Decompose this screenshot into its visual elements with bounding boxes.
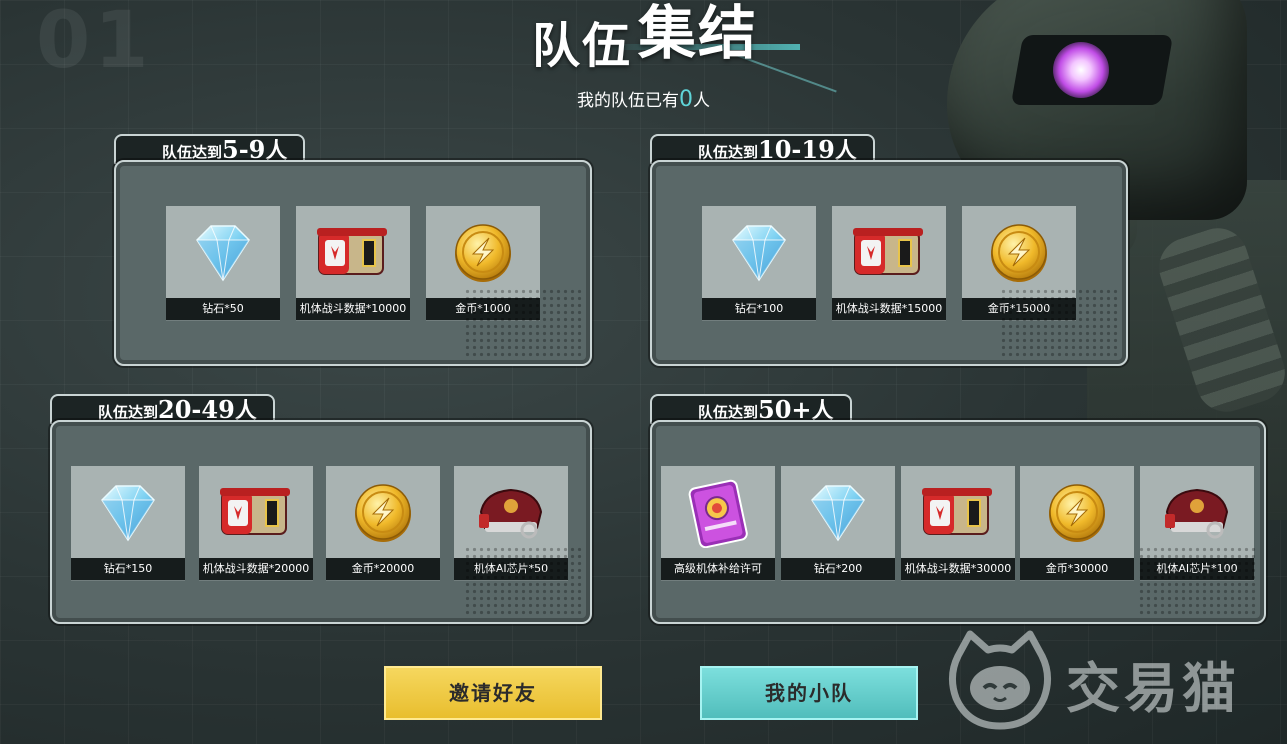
reward-label: 机体战斗数据*20000 [199,558,313,580]
reward-label: 金币*1000 [426,298,540,320]
diamond-icon [88,478,168,548]
battle-data-icon [313,218,393,288]
gold-coin-icon [343,478,423,548]
battle-data-icon [216,478,296,548]
ai-chip-icon [471,478,551,548]
ai-chip-icon [1157,478,1237,548]
reward-item[interactable]: 机体AI芯片*100 [1140,466,1254,580]
reward-item[interactable]: 金币*1000 [426,206,540,320]
page-title: 队伍 集结 [520,0,820,84]
count-value: 0 [679,87,693,112]
reward-item[interactable]: 机体战斗数据*15000 [832,206,946,320]
battle-data-icon [849,218,929,288]
reward-label: 钻石*150 [71,558,185,580]
reward-label: 机体AI芯片*100 [1140,558,1254,580]
diamond-icon [719,218,799,288]
reward-label: 机体战斗数据*30000 [901,558,1015,580]
tier-panel-50-plus: 高级机体补给许可 钻石*200 机体战斗数据*30000 金币*30000 机体… [650,420,1266,624]
reward-label: 钻石*100 [702,298,816,320]
reward-label: 机体AI芯片*50 [454,558,568,580]
tier-prefix: 队伍达到 [98,403,159,422]
reward-item[interactable]: 机体战斗数据*10000 [296,206,410,320]
count-suffix: 人 [693,91,710,111]
reward-item[interactable]: 机体战斗数据*30000 [901,466,1015,580]
diamond-icon [798,478,878,548]
cat-logo-icon [949,630,1051,730]
reward-item[interactable]: 金币*15000 [962,206,1076,320]
invite-friends-button[interactable]: 邀请好友 [384,666,602,720]
reward-item[interactable]: 钻石*100 [702,206,816,320]
team-member-count: 我的队伍已有0人 [577,86,710,112]
watermark: 交易猫 [940,626,1270,736]
supply-license-icon [678,478,758,548]
diamond-icon [183,218,263,288]
reward-item[interactable]: 高级机体补给许可 [661,466,775,580]
watermark-text: 交易猫 [1066,657,1240,720]
reward-item[interactable]: 机体AI芯片*50 [454,466,568,580]
count-prefix: 我的队伍已有 [577,91,679,111]
reward-item[interactable]: 钻石*50 [166,206,280,320]
reward-label: 钻石*50 [166,298,280,320]
reward-label: 机体战斗数据*10000 [296,298,410,320]
tier-prefix: 队伍达到 [162,143,223,162]
reward-label: 金币*30000 [1020,558,1134,580]
reward-item[interactable]: 机体战斗数据*20000 [199,466,313,580]
title-part-1: 队伍 [532,18,633,74]
mech-eye [1053,42,1109,98]
title-part-2: 集结 [638,0,759,67]
reward-label: 钻石*200 [781,558,895,580]
reward-label: 金币*20000 [326,558,440,580]
reward-item[interactable]: 钻石*150 [71,466,185,580]
reward-item[interactable]: 钻石*200 [781,466,895,580]
tier-prefix: 队伍达到 [698,403,759,422]
reward-item[interactable]: 金币*30000 [1020,466,1134,580]
reward-item[interactable]: 金币*20000 [326,466,440,580]
battle-data-icon [918,478,998,548]
reward-label: 机体战斗数据*15000 [832,298,946,320]
reward-label: 金币*15000 [962,298,1076,320]
reward-label: 高级机体补给许可 [661,558,775,580]
tier-panel-20-49: 钻石*150 机体战斗数据*20000 金币*20000 机体AI芯片*50 [50,420,592,624]
gold-coin-icon [1037,478,1117,548]
tier-prefix: 队伍达到 [698,143,759,162]
gold-coin-icon [979,218,1059,288]
gold-coin-icon [443,218,523,288]
tier-panel-5-9: 钻石*50 机体战斗数据*10000 金币*1000 [114,160,592,366]
tier-panel-10-19: 钻石*100 机体战斗数据*15000 金币*15000 [650,160,1128,366]
my-team-button[interactable]: 我的小队 [700,666,918,720]
background-number: 01 [36,0,153,86]
